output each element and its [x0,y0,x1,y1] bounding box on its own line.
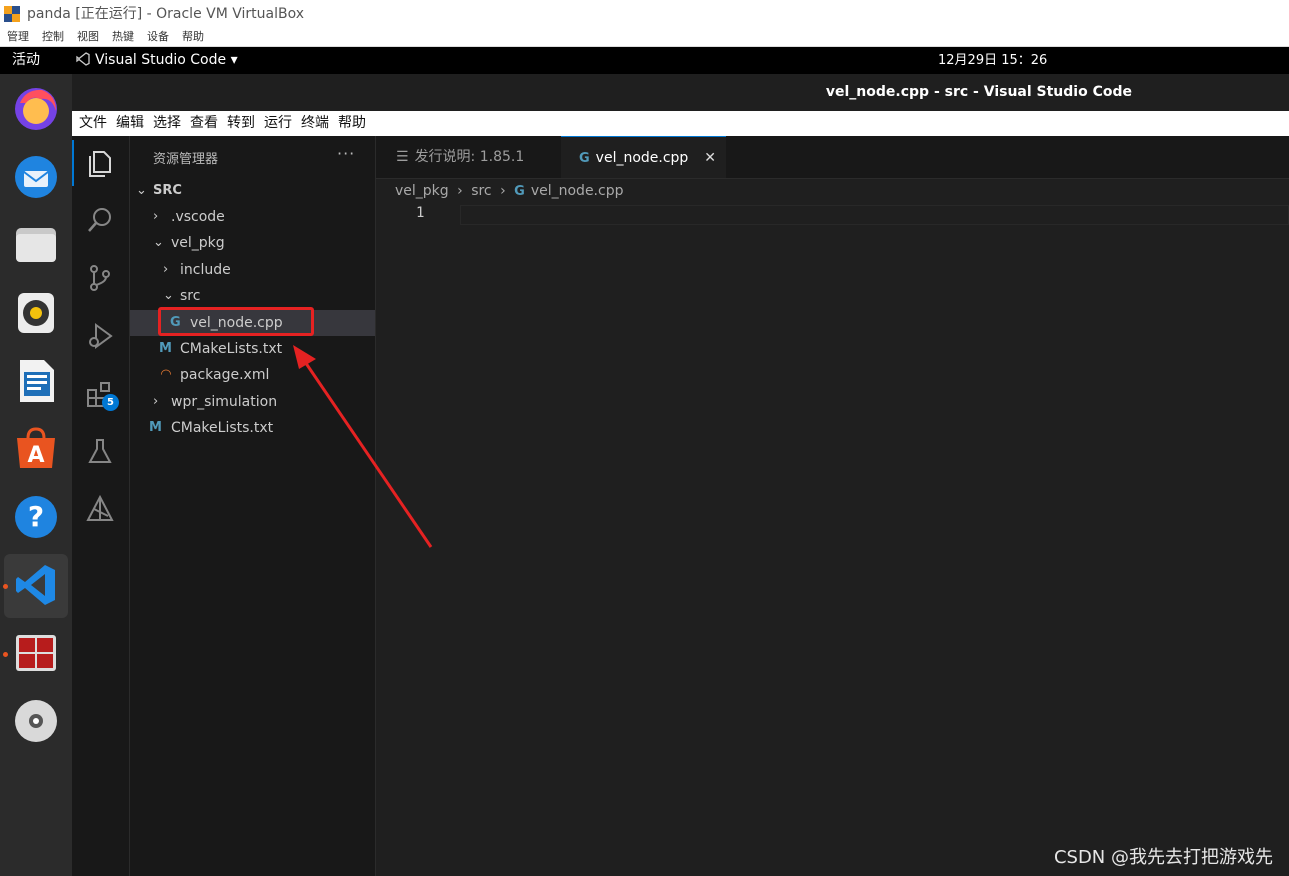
vbox-menu-devices[interactable]: 设备 [147,30,169,43]
tree-folder-include[interactable]: › include [130,257,375,283]
tree-item-label: wpr_simulation [171,394,278,410]
thunderbird-icon[interactable] [11,152,61,202]
menu-go[interactable]: 转到 [227,115,255,131]
app-menu[interactable]: Visual Studio Code ▾ [76,47,238,74]
search-icon[interactable] [84,204,116,236]
gnome-top-bar: 活动 Visual Studio Code ▾ 12月29日 15：26 [0,47,1289,74]
vscode-window-title: vel_node.cpp - src - Visual Studio Code [825,84,1132,100]
vscode-icon[interactable] [11,560,61,610]
tree-item-label: .vscode [171,209,225,225]
firefox-icon[interactable] [11,84,61,134]
tab-vel-node-cpp[interactable]: Gvel_node.cpp ✕ [561,136,726,178]
vscode-small-icon [76,52,90,66]
csdn-watermark: CSDN @我先去打把游戏先 [1053,847,1273,868]
breadcrumb-separator-icon: › [500,183,506,199]
svg-text:A: A [27,443,44,468]
cmake-file-icon: M [149,420,162,435]
menu-run[interactable]: 运行 [264,115,292,131]
tree-folder-vel-pkg[interactable]: ⌄ vel_pkg [130,230,375,256]
breadcrumb-file[interactable]: vel_node.cpp [531,183,624,199]
chevron-down-icon: ⌄ [153,235,164,250]
tree-folder-src[interactable]: ⌄ src [130,283,375,309]
tab-release-notes[interactable]: ☰ 发行说明: 1.85.1 [376,136,560,178]
menu-view[interactable]: 查看 [190,115,218,131]
chevron-right-icon: › [163,262,169,277]
vbox-menu-control[interactable]: 控制 [42,30,64,43]
line-number: 1 [416,205,425,221]
tree-root-src[interactable]: ⌄ SRC [130,178,375,204]
ubuntu-dock: A ? [0,74,72,876]
vbox-menu-hotkey[interactable]: 热键 [112,30,134,43]
breadcrumb-separator-icon: › [457,183,463,199]
tab-label: 发行说明: 1.85.1 [414,149,525,165]
tree-folder-vscode[interactable]: › .vscode [130,204,375,230]
files-icon[interactable] [11,220,61,270]
vbox-menu-view[interactable]: 视图 [77,30,99,43]
chevron-right-icon: › [153,209,159,224]
tree-item-label: package.xml [180,367,270,383]
annotation-arrow [293,345,433,548]
extensions-badge: 5 [102,394,119,411]
rhythmbox-icon[interactable] [11,288,61,338]
tree-item-label: vel_pkg [171,235,225,251]
virtualbox-menubar: 管理 控制 视图 热键 设备 帮助 [0,28,1289,47]
ros-extension-icon[interactable] [84,494,116,526]
clock[interactable]: 12月29日 15：26 [938,47,1047,74]
explorer-more-button[interactable]: ··· [337,144,355,163]
tree-item-label: CMakeLists.txt [171,420,274,436]
menu-edit[interactable]: 编辑 [116,115,144,131]
preview-icon: ☰ [396,149,409,165]
testing-icon[interactable] [84,436,116,468]
menu-file[interactable]: 文件 [79,115,107,131]
app-menu-label: Visual Studio Code ▾ [95,52,238,68]
virtualbox-icon [4,6,20,22]
tree-item-label: include [180,262,231,278]
source-control-icon[interactable] [84,262,116,294]
menu-terminal[interactable]: 终端 [301,115,329,131]
svg-text:?: ? [28,500,44,533]
current-line-highlight [460,205,1289,225]
tree-item-label: src [180,288,201,304]
explorer-icon[interactable] [84,148,116,180]
tab-label: vel_node.cpp [595,150,689,166]
activity-bar: 5 [72,136,130,876]
breadcrumb-src[interactable]: src [471,183,491,199]
run-debug-icon[interactable] [84,320,116,352]
activities-button[interactable]: 活动 [12,47,40,74]
menu-selection[interactable]: 选择 [153,115,181,131]
chevron-right-icon: › [153,394,159,409]
help-icon[interactable]: ? [11,492,61,542]
terminator-icon[interactable] [11,628,61,678]
active-indicator [72,140,74,186]
tree-root-label: SRC [153,183,182,198]
breadcrumb: vel_pkg › src › Gvel_node.cpp [376,179,1289,203]
annotation-box [158,307,314,336]
app-center-icon[interactable]: A [11,424,61,474]
editor-tab-bar: ☰ 发行说明: 1.85.1 Gvel_node.cpp ✕ [376,136,1289,179]
vbox-menu-manage[interactable]: 管理 [7,30,29,43]
chevron-down-icon: ⌄ [136,183,147,198]
breadcrumb-vel-pkg[interactable]: vel_pkg [395,183,449,199]
tree-item-label: CMakeLists.txt [180,341,283,357]
explorer-title: 资源管理器 [153,152,219,167]
vscode-menubar: 文件 编辑 选择 查看 转到 运行 终端 帮助 [72,111,1289,136]
chevron-down-icon: ⌄ [163,288,174,303]
vbox-menu-help[interactable]: 帮助 [182,30,204,43]
cpp-file-icon: G [514,184,525,199]
dvd-icon[interactable] [11,696,61,746]
vscode-titlebar: vel_node.cpp - src - Visual Studio Code [72,74,1289,111]
libreoffice-writer-icon[interactable] [11,356,61,406]
running-indicator [3,584,8,589]
running-indicator [3,652,8,657]
close-icon[interactable]: ✕ [704,137,716,179]
cpp-file-icon: G [579,151,590,166]
virtualbox-titlebar: panda [正在运行] - Oracle VM VirtualBox [0,0,1289,28]
virtualbox-title: panda [正在运行] - Oracle VM VirtualBox [27,6,305,22]
cmake-file-icon: M [159,341,172,356]
code-editor[interactable]: 1 [376,203,1289,876]
xml-rss-icon: ◠ [161,367,171,382]
menu-help[interactable]: 帮助 [338,115,366,131]
